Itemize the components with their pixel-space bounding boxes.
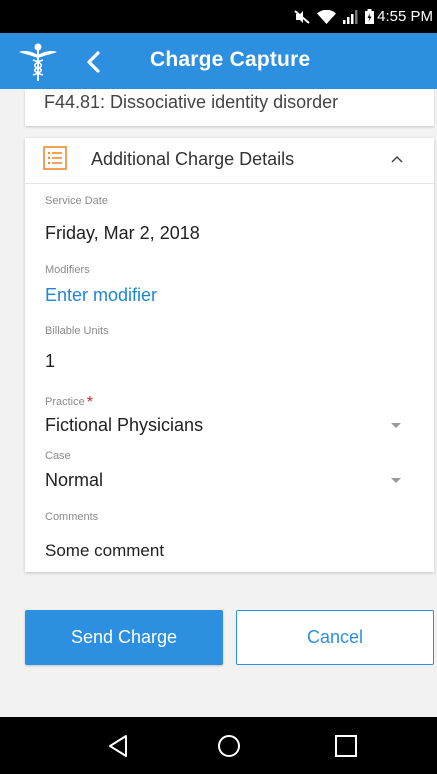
chevron-left-icon: [87, 51, 100, 73]
diagnosis-card[interactable]: F44.81: Dissociative identity disorder: [25, 89, 434, 126]
case-dropdown[interactable]: Normal: [25, 466, 434, 496]
send-charge-button[interactable]: Send Charge: [25, 610, 223, 665]
billable-units-label: Billable Units: [45, 325, 109, 337]
case-label: Case: [45, 450, 71, 462]
home-circle-icon[interactable]: [216, 733, 242, 759]
status-bar: 4:55 PM: [0, 0, 437, 33]
service-date-label: Service Date: [45, 195, 108, 207]
modifiers-label: Modifiers: [45, 264, 90, 276]
back-button[interactable]: [78, 45, 112, 79]
dropdown-arrow-icon: [391, 423, 401, 428]
additional-charge-details-card: Additional Charge Details Service Date F…: [25, 138, 434, 572]
comments-field[interactable]: Some comment: [45, 541, 164, 561]
back-triangle-icon[interactable]: [106, 733, 132, 759]
signal-icon: [343, 9, 358, 24]
page-title: Charge Capture: [150, 48, 311, 71]
wifi-icon: [317, 9, 337, 24]
caduceus-icon: [18, 41, 58, 83]
case-value: Normal: [45, 470, 104, 490]
details-card-header[interactable]: Additional Charge Details: [25, 138, 434, 184]
enter-modifier-link[interactable]: Enter modifier: [45, 285, 157, 306]
practice-label: Practice *: [45, 392, 93, 411]
dropdown-arrow-icon: [391, 478, 401, 483]
recents-square-icon[interactable]: [333, 733, 359, 759]
navigation-bar: [0, 717, 437, 774]
battery-icon: [365, 9, 375, 24]
required-star: *: [86, 394, 93, 411]
practice-label-text: Practice: [45, 396, 85, 408]
practice-value: Fictional Physicians: [45, 415, 204, 435]
status-time: 4:55 PM: [377, 8, 433, 25]
details-card-title: Additional Charge Details: [91, 149, 295, 169]
billable-units-field[interactable]: 1: [45, 351, 55, 372]
diagnosis-text: F44.81: Dissociative identity disorder: [44, 92, 339, 112]
list-icon: [43, 146, 67, 170]
comments-label: Comments: [45, 511, 99, 523]
practice-dropdown[interactable]: Fictional Physicians: [25, 412, 434, 442]
chevron-up-icon[interactable]: [390, 152, 404, 166]
app-header: Charge Capture: [0, 33, 437, 89]
mute-icon: [294, 9, 310, 24]
service-date-value[interactable]: Friday, Mar 2, 2018: [45, 223, 200, 244]
cancel-button[interactable]: Cancel: [236, 610, 434, 665]
